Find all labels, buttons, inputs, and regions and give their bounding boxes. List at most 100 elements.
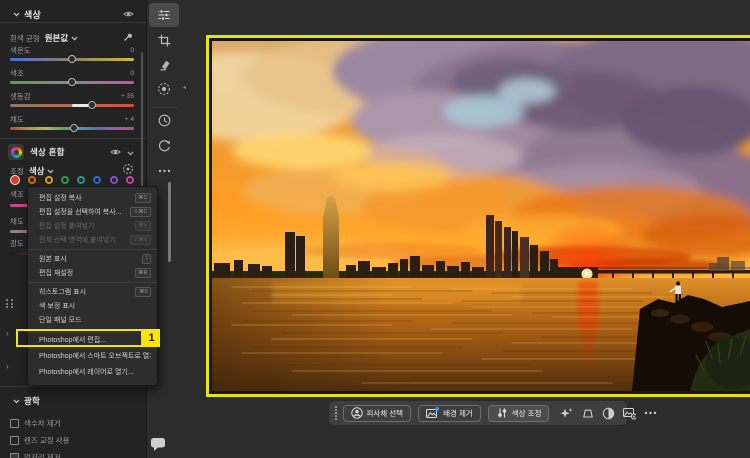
divider: [0, 22, 146, 23]
history-clock-icon: [158, 114, 171, 127]
checkbox[interactable]: [10, 453, 19, 458]
shortcut-badge: ⌘R: [135, 268, 151, 278]
defringe-label: 언저리 제거: [24, 452, 61, 458]
temp-value: 0: [130, 47, 134, 54]
color-dot-yellow[interactable]: [45, 176, 53, 184]
color-dot-purple[interactable]: [110, 176, 118, 184]
menu-item-single-panel-mode[interactable]: 단일 패널 모드: [28, 313, 157, 327]
optics-section-header[interactable]: 광학: [10, 395, 134, 407]
lens-correction-row[interactable]: 렌즈 교정 사용: [10, 435, 70, 446]
tool-crop[interactable]: [157, 33, 171, 47]
drag-handle-icon[interactable]: [335, 406, 337, 420]
more-icon[interactable]: [644, 407, 657, 420]
tint-slider-knob[interactable]: [68, 78, 76, 86]
menu-separator: [28, 282, 157, 283]
sparkle-icon[interactable]: [560, 407, 573, 420]
tool-edit-active[interactable]: [149, 3, 179, 27]
chromatic-aberration-row[interactable]: 색수차 제거: [10, 418, 61, 429]
white-balance-value[interactable]: 원본값: [45, 32, 68, 44]
menu-item-copy-edit-settings[interactable]: 편집 설정 복사 ⌘C: [28, 191, 157, 205]
menu-item-copy-selected-edit-settings[interactable]: 편집 설정을 선택하여 복사... ⇧⌘C: [28, 205, 157, 219]
menu-separator: [28, 249, 157, 250]
tool-versions[interactable]: [157, 138, 171, 152]
color-mix-title: 색상 혼합: [30, 146, 65, 158]
person-select-icon: [351, 407, 363, 419]
adjust-color-button[interactable]: 색상 조정: [488, 405, 550, 422]
rail-divider: [152, 107, 178, 108]
color-dot-teal[interactable]: [77, 176, 85, 184]
color-dot-magenta[interactable]: [126, 176, 134, 184]
eye-icon[interactable]: [123, 5, 134, 23]
duotone-icon[interactable]: [602, 407, 615, 420]
vibrance-value: + 35: [121, 93, 134, 100]
crop-icon: [158, 34, 171, 47]
shortcut-badge: ⌘V: [135, 221, 151, 231]
vibrance-slider-label-row: 생동감 + 35: [10, 91, 134, 102]
menu-item-open-as-smart-object[interactable]: Photoshop에서 스마트 오브젝트로 열기...: [28, 348, 157, 364]
hue-channel-label: 색조: [10, 189, 24, 200]
color-dot-blue[interactable]: [93, 176, 101, 184]
chevron-down-icon: [13, 12, 20, 17]
perspective-icon[interactable]: [581, 407, 594, 420]
eye-icon[interactable]: [110, 143, 121, 161]
shortcut-badge: ⇧⌘C: [130, 207, 151, 217]
masking-icon: [157, 82, 171, 96]
chevron-down-icon: [47, 169, 54, 174]
menu-item-paste-edit-settings: 편집 설정 붙여넣기 ⌘V: [28, 219, 157, 233]
color-mix-icon: [8, 144, 24, 160]
photo-annotation-frame: [206, 35, 750, 397]
color-section-title: 색상: [24, 8, 41, 21]
chevron-down-icon[interactable]: [127, 143, 134, 161]
sync-arrows-icon: [158, 139, 171, 152]
collapsed-section-chevron[interactable]: ›: [6, 329, 9, 338]
color-dot-orange[interactable]: [28, 176, 36, 184]
menu-item-show-histogram[interactable]: 히스토그램 표시 ⌘0: [28, 285, 157, 299]
tool-healing[interactable]: [157, 57, 171, 71]
shortcut-badge: \: [142, 254, 151, 264]
panel-expander-arrow[interactable]: ◂: [183, 84, 186, 91]
chromatic-aberration-label: 색수차 제거: [24, 418, 61, 429]
background-remove-icon: [426, 407, 439, 419]
temp-slider-knob[interactable]: [68, 55, 76, 63]
shortcut-badge: ⌘0: [135, 287, 151, 297]
vibrance-slider-knob[interactable]: [88, 101, 96, 109]
vibrance-slider[interactable]: [10, 104, 134, 107]
color-mix-header[interactable]: 색상 혼합: [8, 143, 134, 161]
tint-value: 0: [130, 70, 134, 77]
menu-item-open-as-layers[interactable]: Photoshop에서 레이어로 열기...: [28, 364, 157, 380]
color-dot-red[interactable]: [10, 175, 20, 185]
rail-scrollbar[interactable]: [168, 182, 171, 262]
remove-background-button[interactable]: 배경 제거: [418, 405, 481, 422]
tool-masking[interactable]: [157, 82, 171, 96]
photo-sunset-seoul[interactable]: [212, 41, 750, 391]
checkbox[interactable]: [10, 436, 19, 445]
temp-label: 색온도: [10, 45, 31, 56]
saturation-label: 채도: [10, 114, 24, 125]
edit-sliders-icon: [157, 8, 171, 22]
blue-dot: [435, 407, 439, 411]
color-dot-green[interactable]: [61, 176, 69, 184]
color-section-header[interactable]: 색상: [10, 5, 134, 23]
checkbox[interactable]: [10, 419, 19, 428]
detail-section-icon: [6, 299, 14, 308]
menu-item-reset-edits[interactable]: 편집 재설정 ⌘R: [28, 266, 157, 280]
color-adjust-icon: [496, 407, 508, 419]
tint-slider[interactable]: [10, 81, 134, 84]
saturation-slider[interactable]: [10, 127, 134, 130]
photo-settings-icon[interactable]: [623, 407, 636, 420]
tool-history[interactable]: [157, 113, 171, 127]
menu-item-paste-to-all-selected: 전체 선택 영역에 붙여넣기 ⇧⌘V: [28, 233, 157, 247]
annotation-step-badge: 1: [143, 329, 160, 347]
feedback-button[interactable]: [150, 437, 167, 457]
menu-item-show-color-grading[interactable]: 색 보정 표시: [28, 299, 157, 313]
menu-item-show-original[interactable]: 원본 표시 \: [28, 252, 157, 266]
defringe-row[interactable]: 언저리 제거: [10, 452, 61, 458]
rail-more-menu[interactable]: [157, 164, 171, 178]
temp-slider[interactable]: [10, 58, 134, 61]
white-balance-label: 흰색 균형: [10, 33, 40, 44]
select-subject-button[interactable]: 피사체 선택: [343, 405, 412, 422]
collapsed-section-chevron[interactable]: ›: [6, 362, 9, 371]
lens-correction-label: 렌즈 교정 사용: [24, 435, 70, 446]
63-building: [323, 195, 339, 278]
context-menu: 편집 설정 복사 ⌘C 편집 설정을 선택하여 복사... ⇧⌘C 편집 설정 …: [27, 186, 158, 386]
